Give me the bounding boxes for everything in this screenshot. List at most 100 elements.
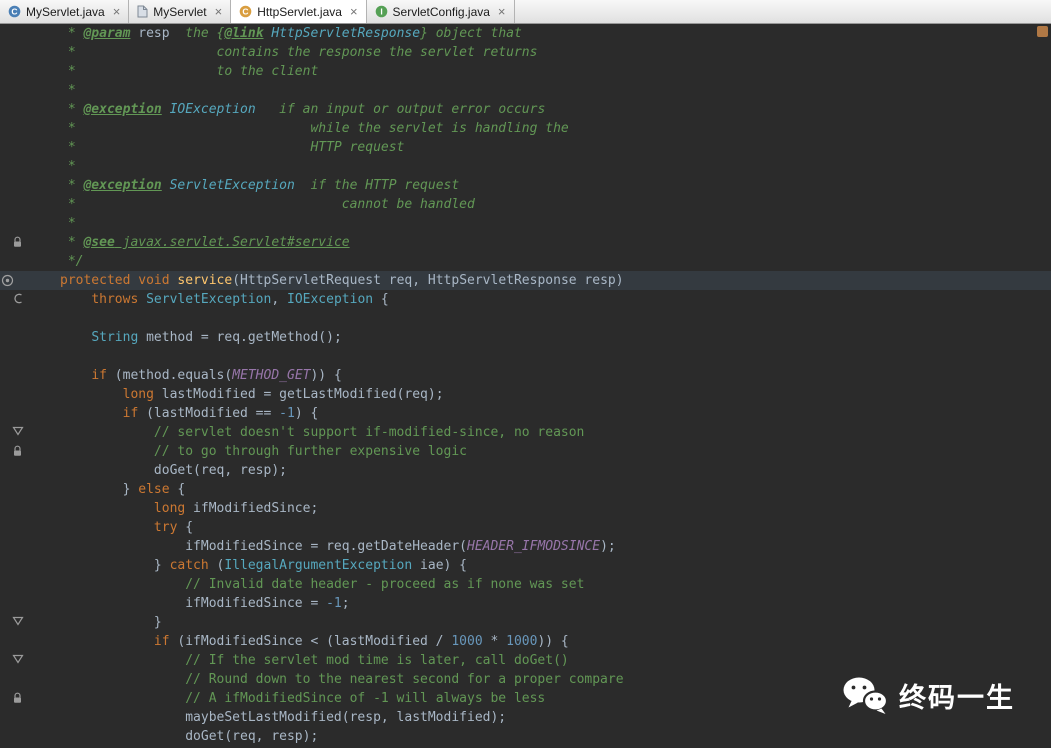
lock-icon-gutter[interactable] [0, 233, 34, 252]
code-line[interactable] [0, 309, 1051, 328]
watermark: 终码一生 [842, 676, 1015, 720]
code-line[interactable]: String method = req.getMethod(); [0, 328, 1051, 347]
code-text: doGet(req, resp); [34, 461, 287, 480]
tab-close-icon[interactable]: × [113, 5, 121, 18]
gutter [0, 195, 34, 214]
code-line[interactable]: * @exception IOException if an input or … [0, 100, 1051, 119]
gutter [0, 404, 34, 423]
tab-myservlet[interactable]: MyServlet× [129, 0, 231, 23]
gutter [0, 24, 34, 43]
lock-icon-gutter[interactable] [0, 689, 34, 708]
triangle-down-icon-gutter[interactable] [0, 651, 34, 670]
gutter [0, 347, 34, 366]
code-text: * @param resp the {@link HttpServletResp… [34, 24, 522, 43]
svg-text:C: C [243, 7, 249, 17]
gutter [0, 727, 34, 746]
code-line[interactable]: // Invalid date header - proceed as if n… [0, 575, 1051, 594]
ide-window: CMyServlet.java×MyServlet×CHttpServlet.j… [0, 0, 1051, 748]
code-text: * @exception ServletException if the HTT… [34, 176, 459, 195]
code-text: ifModifiedSince = -1; [34, 594, 350, 613]
code-line[interactable]: ifModifiedSince = req.getDateHeader(HEAD… [0, 537, 1051, 556]
code-text [34, 347, 60, 366]
code-text: // to go through further expensive logic [34, 442, 467, 461]
gutter [0, 385, 34, 404]
gutter [0, 366, 34, 385]
svg-text:C: C [11, 7, 17, 17]
code-text: long lastModified = getLastModified(req)… [34, 385, 444, 404]
code-text: if (ifModifiedSince < (lastModified / 10… [34, 632, 569, 651]
tab-label: ServletConfig.java [393, 5, 490, 19]
code-line[interactable]: // to go through further expensive logic [0, 442, 1051, 461]
gutter [0, 575, 34, 594]
gutter [0, 556, 34, 575]
code-line[interactable]: doGet(req, resp); [0, 727, 1051, 746]
code-text: throws ServletException, IOException { [34, 290, 389, 309]
tab-close-icon[interactable]: × [350, 5, 358, 18]
triangle-down-icon-gutter[interactable] [0, 423, 34, 442]
code-line[interactable]: if (lastModified == -1) { [0, 404, 1051, 423]
editor-tab-bar: CMyServlet.java×MyServlet×CHttpServlet.j… [0, 0, 1051, 24]
tab-label: MyServlet.java [26, 5, 105, 19]
code-line[interactable]: * [0, 157, 1051, 176]
code-line[interactable]: * contains the response the servlet retu… [0, 43, 1051, 62]
code-line[interactable]: if (ifModifiedSince < (lastModified / 10… [0, 632, 1051, 651]
code-line[interactable]: } [0, 613, 1051, 632]
gutter [0, 119, 34, 138]
code-text: // A ifModifiedSince of -1 will always b… [34, 689, 545, 708]
code-line[interactable]: long ifModifiedSince; [0, 499, 1051, 518]
code-line[interactable]: // If the servlet mod time is later, cal… [0, 651, 1051, 670]
java-interface-green-icon: I [375, 5, 388, 18]
circle-dot-icon-gutter[interactable] [0, 271, 34, 290]
tab-httpservlet-java[interactable]: C HttpServlet.java × [231, 0, 366, 23]
triangle-down-icon-gutter[interactable] [0, 613, 34, 632]
code-line[interactable]: if (method.equals(METHOD_GET)) { [0, 366, 1051, 385]
code-line[interactable]: throws ServletException, IOException { [0, 290, 1051, 309]
gutter [0, 480, 34, 499]
code-line[interactable]: try { [0, 518, 1051, 537]
code-text: protected void service(HttpServletReques… [34, 271, 624, 290]
code-line[interactable]: * @param resp the {@link HttpServletResp… [0, 24, 1051, 43]
code-line[interactable]: } else { [0, 480, 1051, 499]
code-text: // Round down to the nearest second for … [34, 670, 624, 689]
code-line[interactable]: * @see javax.servlet.Servlet#service [0, 233, 1051, 252]
code-text: * cannot be handled [34, 195, 475, 214]
lock-icon-gutter[interactable] [0, 442, 34, 461]
gutter [0, 100, 34, 119]
tab-close-icon[interactable]: × [215, 5, 223, 18]
code-text: } [34, 613, 162, 632]
code-line[interactable]: protected void service(HttpServletReques… [0, 271, 1051, 290]
code-line[interactable]: doGet(req, resp); [0, 461, 1051, 480]
code-line[interactable]: * [0, 214, 1051, 233]
gutter [0, 62, 34, 81]
tab-close-icon[interactable]: × [498, 5, 506, 18]
gutter [0, 138, 34, 157]
gutter [0, 518, 34, 537]
code-editor[interactable]: * @param resp the {@link HttpServletResp… [0, 24, 1051, 748]
code-text: String method = req.getMethod(); [34, 328, 342, 347]
code-line[interactable]: // servlet doesn't support if-modified-s… [0, 423, 1051, 442]
code-line[interactable]: * HTTP request [0, 138, 1051, 157]
code-line[interactable]: * [0, 81, 1051, 100]
error-stripe-indicator[interactable] [1037, 26, 1048, 37]
code-text: // Invalid date header - proceed as if n… [34, 575, 584, 594]
code-line[interactable]: */ [0, 252, 1051, 271]
gutter [0, 708, 34, 727]
tab-myservlet-java[interactable]: C MyServlet.java × [0, 0, 129, 23]
java-class-orange-icon: C [239, 5, 252, 18]
code-text: maybeSetLastModified(resp, lastModified)… [34, 708, 506, 727]
code-text: * @see javax.servlet.Servlet#service [34, 233, 350, 252]
code-line[interactable]: long lastModified = getLastModified(req)… [0, 385, 1051, 404]
arc-icon-gutter[interactable] [0, 290, 34, 309]
tab-servletconfig-java[interactable]: I ServletConfig.java × [367, 0, 515, 23]
code-line[interactable]: * to the client [0, 62, 1051, 81]
code-text: * to the client [34, 62, 318, 81]
code-line[interactable]: } catch (IllegalArgumentException iae) { [0, 556, 1051, 575]
watermark-text: 终码一生 [899, 689, 1015, 708]
gutter [0, 328, 34, 347]
code-line[interactable]: ifModifiedSince = -1; [0, 594, 1051, 613]
code-line[interactable]: * cannot be handled [0, 195, 1051, 214]
code-line[interactable] [0, 347, 1051, 366]
tab-label: HttpServlet.java [257, 5, 342, 19]
code-line[interactable]: * @exception ServletException if the HTT… [0, 176, 1051, 195]
code-line[interactable]: * while the servlet is handling the [0, 119, 1051, 138]
